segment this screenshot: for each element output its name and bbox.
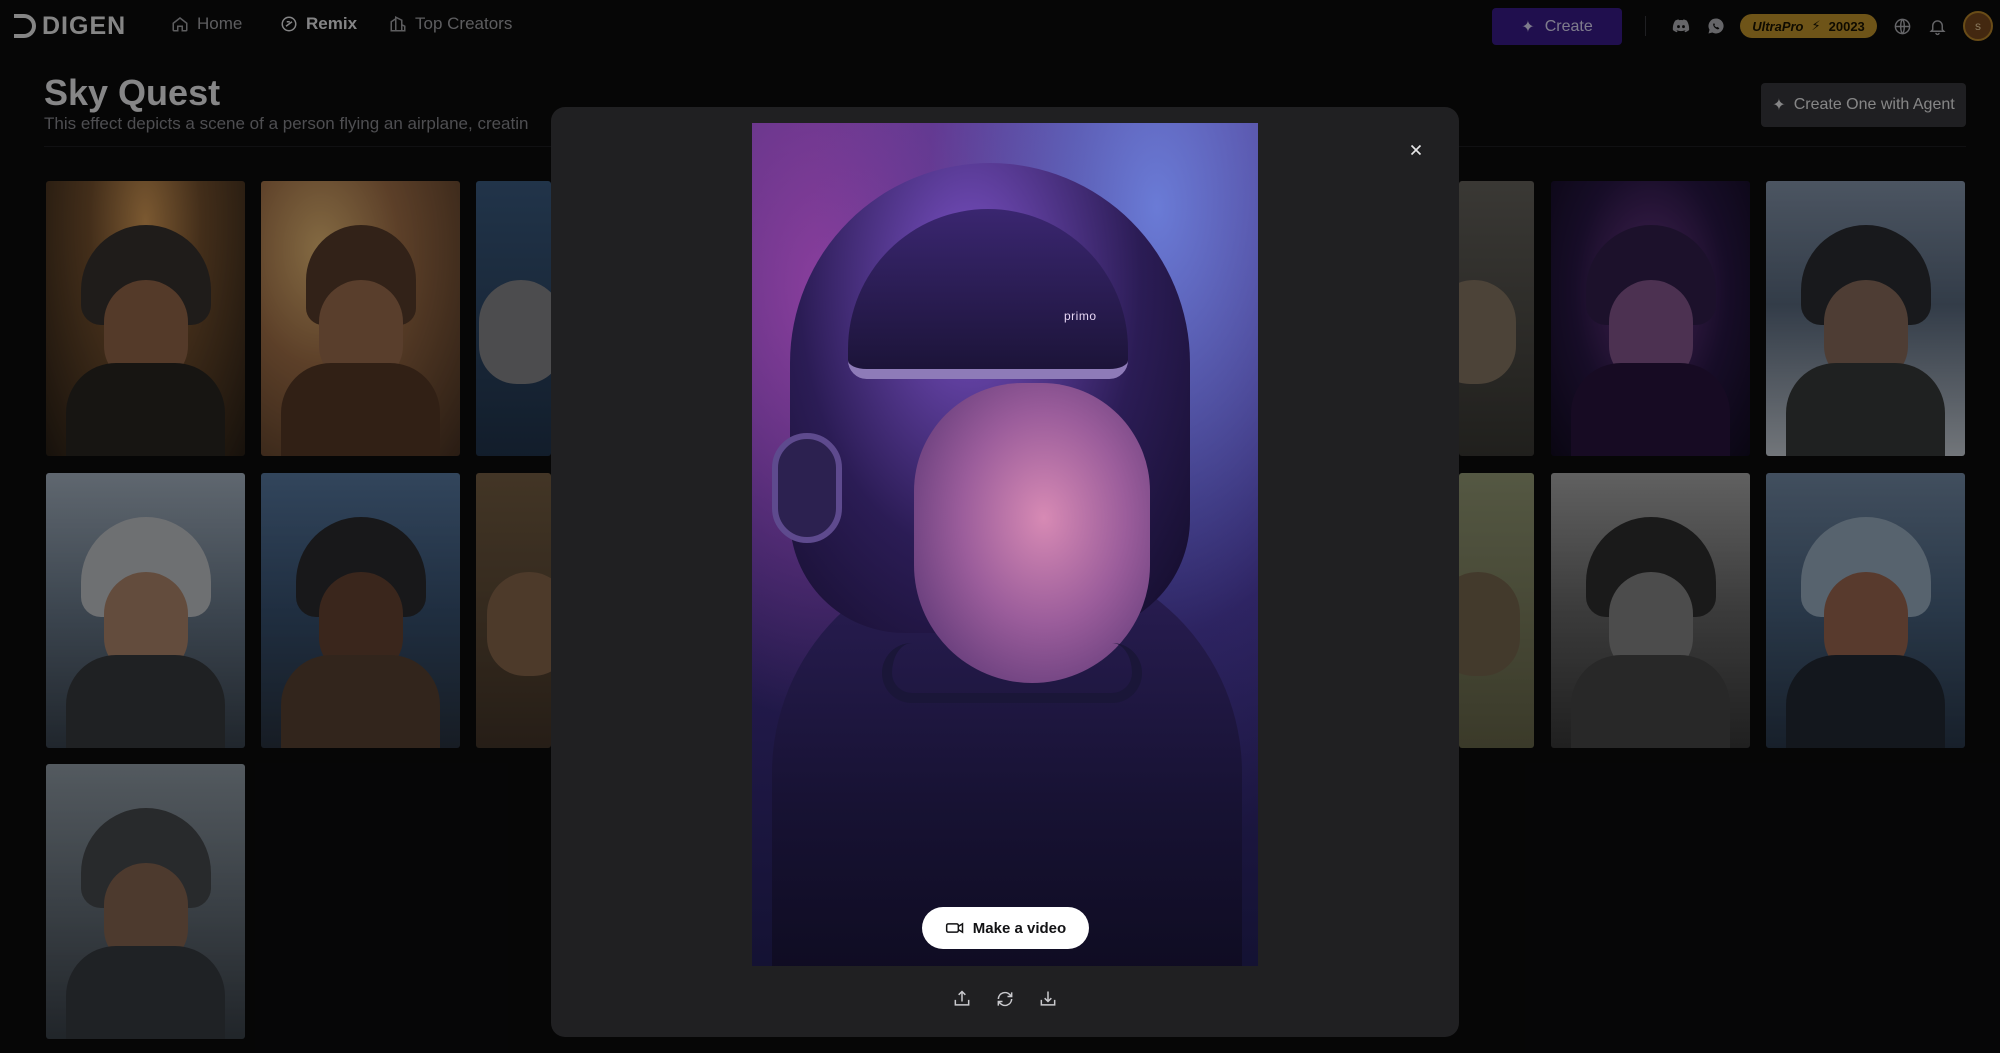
close-button[interactable]	[1402, 136, 1430, 164]
helmet-brand-text: primo	[1064, 309, 1097, 323]
make-video-label: Make a video	[972, 919, 1067, 937]
video-icon	[945, 922, 964, 934]
download-button[interactable]	[1036, 987, 1060, 1011]
regenerate-button[interactable]	[993, 987, 1017, 1011]
share-icon	[954, 990, 970, 1006]
close-icon	[1410, 144, 1422, 156]
make-video-button[interactable]: Make a video	[922, 907, 1089, 949]
preview-image: primo	[752, 123, 1258, 966]
download-icon	[1040, 991, 1056, 1006]
share-button[interactable]	[950, 987, 974, 1011]
refresh-icon	[997, 991, 1013, 1007]
